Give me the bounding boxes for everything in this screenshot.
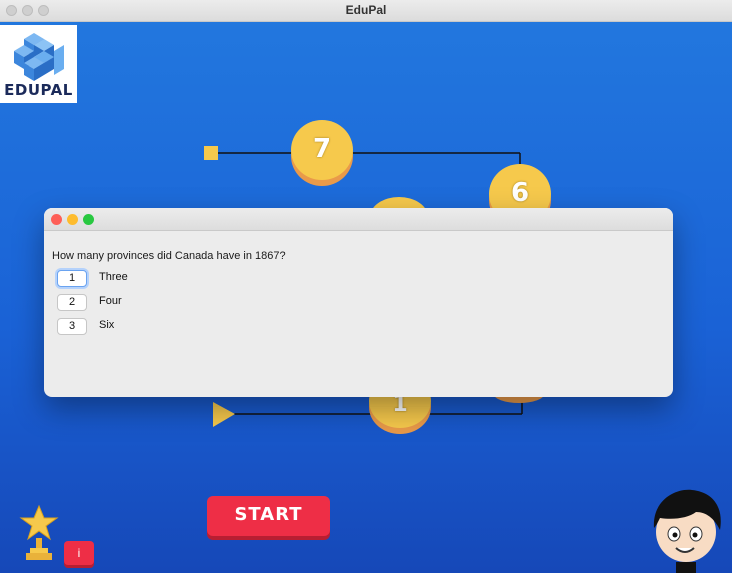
trophy-icon[interactable] <box>18 504 60 564</box>
dialog-close-button[interactable] <box>51 214 62 225</box>
dialog-titlebar <box>44 208 673 231</box>
dialog-minimize-button[interactable] <box>67 214 78 225</box>
answer-label-2: Four <box>99 295 122 307</box>
answer-label-3: Six <box>99 319 115 331</box>
start-button[interactable]: START <box>207 496 330 536</box>
info-button[interactable]: i <box>64 541 94 565</box>
answer-button-3[interactable]: 3 <box>57 318 87 335</box>
window-titlebar: EduPal <box>0 0 732 22</box>
boy-mascot-icon <box>653 489 721 573</box>
window-title: EduPal <box>345 3 387 17</box>
level-coin-7[interactable]: 7 <box>291 120 353 180</box>
answer-button-1[interactable]: 1 <box>57 270 87 287</box>
finish-square-marker <box>204 146 218 160</box>
dialog-zoom-button[interactable] <box>83 214 94 225</box>
game-board: EDUPAL 7 6 1 START i How many provinces … <box>0 22 732 573</box>
question-text: How many provinces did Canada have in 18… <box>52 250 286 262</box>
question-dialog: How many provinces did Canada have in 18… <box>44 208 673 397</box>
answer-button-2[interactable]: 2 <box>57 294 87 311</box>
start-triangle-marker <box>213 402 235 427</box>
answer-label-1: Three <box>99 271 128 283</box>
